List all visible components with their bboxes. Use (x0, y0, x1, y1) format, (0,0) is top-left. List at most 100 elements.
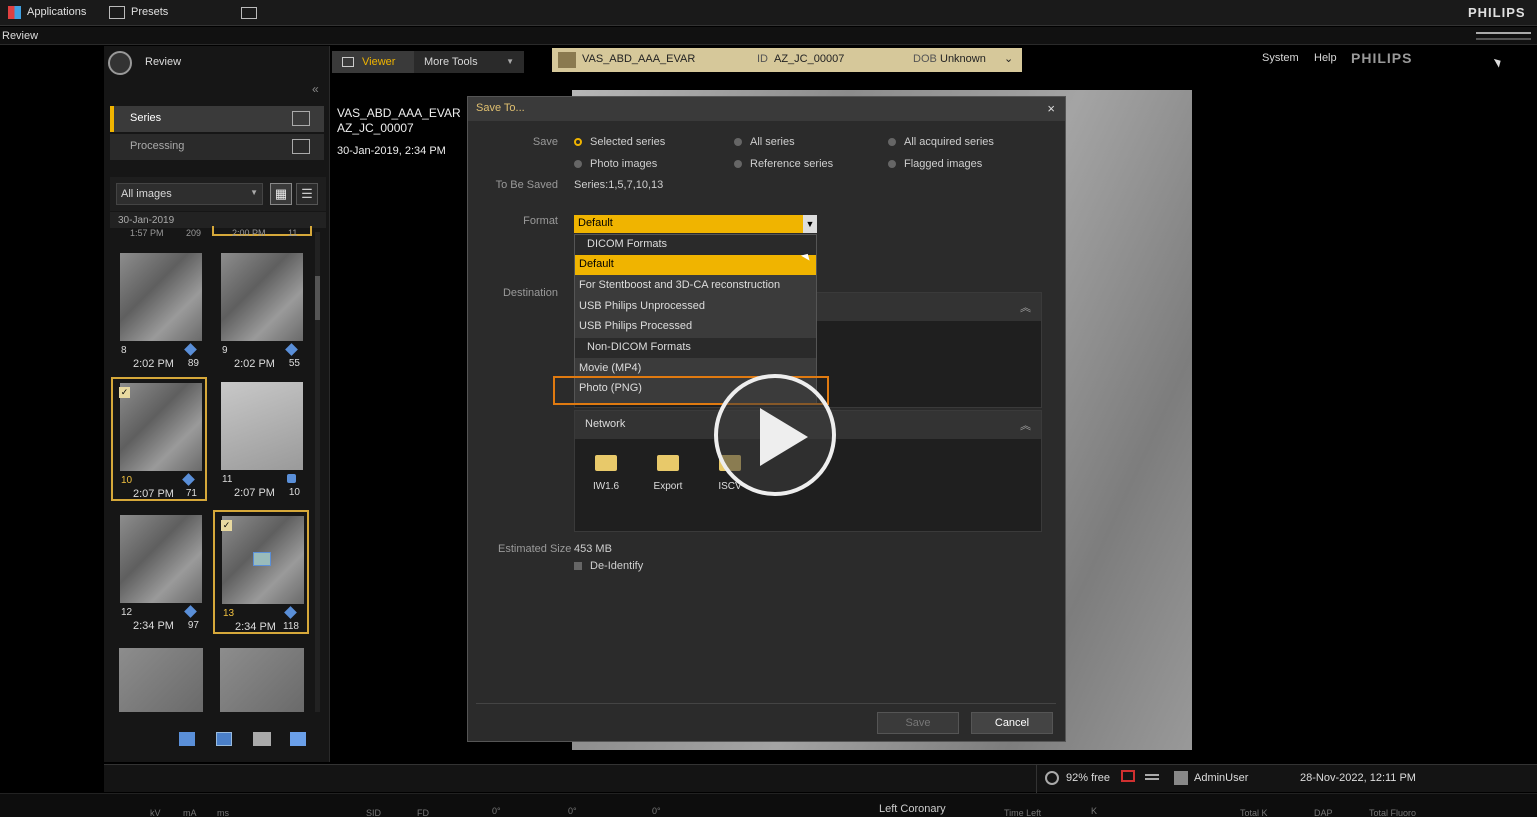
scrollbar-thumb[interactable] (315, 276, 320, 320)
system-menu[interactable]: System (1262, 52, 1299, 64)
dropdown-item-usb-unprocessed[interactable]: USB Philips Unprocessed (575, 297, 816, 317)
thumb-number: 10 (121, 475, 133, 486)
chevron-down-icon[interactable]: ⌄ (1004, 52, 1013, 65)
checkbox-checked-icon[interactable]: ✓ (221, 520, 232, 531)
collapse-icon[interactable]: « (312, 82, 319, 96)
option-photo-images[interactable]: Photo images (574, 158, 657, 170)
thumb-time: 2:07 PM (234, 487, 275, 499)
play-icon[interactable] (714, 374, 836, 496)
thumb-time: 2:34 PM (235, 621, 276, 633)
study-id: AZ_JC_00007 (337, 121, 414, 135)
format-select[interactable]: Default ▼ (574, 215, 817, 233)
dropdown-item-stentboost[interactable]: For Stentboost and 3D-CA reconstruction (575, 276, 816, 296)
review-icon (108, 51, 132, 75)
diamond-icon (284, 606, 297, 619)
applications-menu[interactable]: Applications (27, 6, 86, 18)
folder-icon (657, 455, 679, 471)
series-thumb-13[interactable]: ✓ 13 2:34 PM 118 (213, 510, 309, 634)
thumb-number: 13 (223, 608, 235, 619)
collapse-up-icon[interactable]: ︽ (1020, 299, 1031, 315)
series-thumb-8[interactable]: 8 2:02 PM 89 (112, 248, 208, 372)
patient-dob: Unknown (940, 53, 986, 65)
thumb-count: 10 (288, 487, 300, 498)
destination-iw16[interactable]: IW1.6 (581, 455, 631, 492)
radio-icon (574, 160, 582, 169)
deidentify-checkbox[interactable]: De-Identify (574, 560, 643, 572)
presets-menu[interactable]: Presets (131, 6, 168, 18)
cursor-icon (1493, 56, 1504, 68)
chevron-down-icon: ▼ (803, 215, 817, 233)
save-as-icon[interactable] (216, 732, 232, 746)
thumb-image (221, 253, 303, 341)
save-icon[interactable] (179, 732, 195, 746)
print-icon[interactable] (253, 732, 271, 746)
acquisition-bar: kV mA ms SID FD 0° 0° 0° Left Coronary T… (0, 793, 1537, 817)
tab-more-tools[interactable]: More Tools ▼ (414, 51, 524, 73)
to-be-saved-value: Series:1,5,7,10,13 (574, 179, 664, 191)
dialog-title: Save To... (476, 102, 525, 114)
network-label: Network (585, 418, 626, 430)
study-date: 30-Jan-2019, 2:34 PM (337, 145, 446, 157)
option-flagged-images[interactable]: Flagged images (888, 158, 982, 170)
tab-more-tools-label: More Tools (424, 56, 478, 68)
thumb-time: 2:34 PM (133, 620, 174, 632)
collapse-up-icon[interactable]: ︽ (1020, 417, 1031, 433)
partial-time: 1:57 PM (130, 228, 164, 238)
estimated-size-value: 453 MB (574, 543, 612, 555)
export-icon[interactable] (290, 732, 306, 746)
option-label: All series (750, 136, 795, 148)
diamond-icon (184, 343, 197, 356)
option-all-series[interactable]: All series (734, 136, 795, 148)
close-icon[interactable]: × (1047, 101, 1055, 116)
checkbox-checked-icon[interactable]: ✓ (119, 387, 130, 398)
partial-count-2: 11 (288, 228, 298, 238)
user-icon (1174, 771, 1188, 785)
tab-viewer-label: Viewer (362, 56, 396, 68)
user-name[interactable]: AdminUser (1194, 772, 1248, 784)
thumb-count: 97 (187, 620, 199, 631)
window-controls-icon[interactable] (1476, 32, 1531, 40)
study-name: VAS_ABD_AAA_EVAR (337, 106, 461, 120)
option-reference-series[interactable]: Reference series (734, 158, 833, 170)
destination-label: Destination (502, 287, 558, 299)
thumb-time: 2:07 PM (133, 488, 174, 500)
tab-viewer[interactable]: Viewer (332, 51, 414, 73)
patient-icon (558, 52, 576, 68)
dap-label: DAP (1314, 808, 1333, 817)
dropdown-item-default[interactable]: Default (575, 255, 816, 275)
destination-export[interactable]: Export (643, 455, 693, 492)
option-all-acquired[interactable]: All acquired series (888, 136, 994, 148)
filter-select[interactable]: All images ▼ (116, 183, 263, 205)
transfer-icon[interactable] (1145, 774, 1159, 780)
tab-processing-label: Processing (130, 140, 185, 152)
kv-label: kV (150, 808, 161, 817)
save-button[interactable]: Save (877, 712, 959, 734)
series-thumb-10[interactable]: ✓ 10 2:07 PM 71 (111, 377, 207, 501)
thumb-count: 89 (187, 358, 199, 369)
dropdown-item-usb-processed[interactable]: USB Philips Processed (575, 317, 816, 337)
list-view-icon[interactable]: ☰ (296, 183, 318, 205)
patient-id-label: ID (757, 53, 768, 65)
series-thumb-12[interactable]: 12 2:34 PM 97 (112, 510, 208, 634)
help-menu[interactable]: Help (1314, 52, 1337, 64)
thumb-partial[interactable] (119, 648, 203, 712)
screenshot-icon[interactable] (241, 7, 257, 19)
datetime: 28-Nov-2022, 12:11 PM (1300, 772, 1416, 784)
thumb-scrollbar[interactable] (315, 232, 320, 712)
checkbox-icon (574, 562, 582, 571)
thumb-partial[interactable] (220, 648, 304, 712)
status-bar: 92% free AdminUser 28-Nov-2022, 12:11 PM (104, 764, 1537, 793)
radio-icon (888, 160, 896, 169)
series-thumb-11[interactable]: 11 2:07 PM 10 (213, 377, 309, 501)
network-alert-icon[interactable] (1121, 770, 1135, 782)
patient-bar[interactable]: VAS_ABD_AAA_EVAR ID AZ_JC_00007 DOB Unkn… (552, 48, 1022, 72)
series-thumb-9[interactable]: 9 2:02 PM 55 (213, 248, 309, 372)
ms-label: ms (217, 808, 229, 817)
disk-free: 92% free (1066, 772, 1111, 784)
option-selected-series[interactable]: Selected series (574, 136, 665, 148)
grid-view-icon[interactable]: ▦ (270, 183, 292, 205)
deidentify-label: De-Identify (590, 560, 644, 572)
applications-icon (8, 6, 21, 19)
cancel-button[interactable]: Cancel (971, 712, 1053, 734)
fd-label: FD (417, 808, 429, 817)
